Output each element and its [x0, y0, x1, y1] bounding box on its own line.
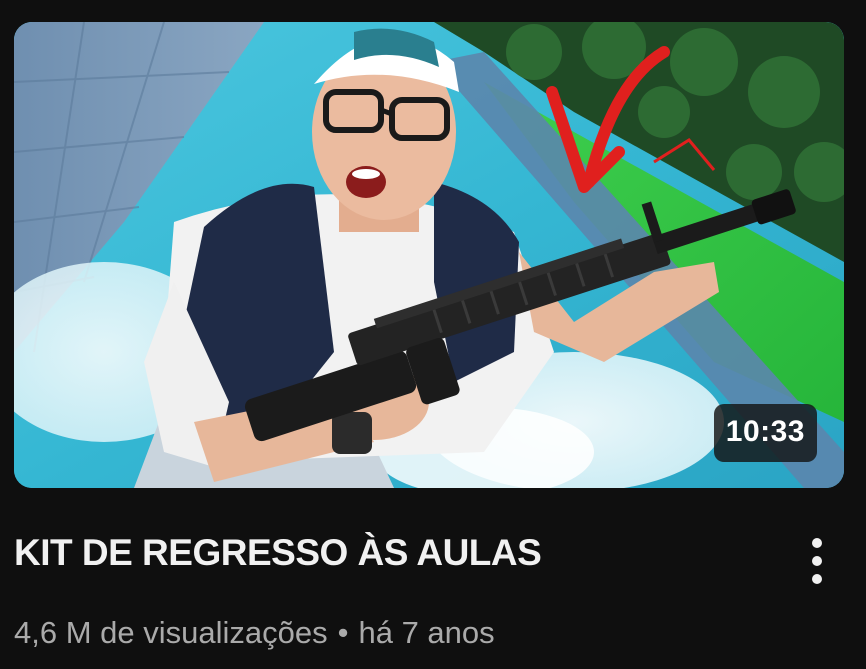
- view-count: 4,6 M de visualizações: [14, 615, 328, 650]
- meta-separator: •: [337, 615, 349, 650]
- duration-badge: 10:33: [713, 404, 817, 462]
- video-title[interactable]: KIT DE REGRESSO ÀS AULAS: [14, 530, 754, 576]
- video-card: 10:33 KIT DE REGRESSO ÀS AULAS 4,6 M de …: [0, 0, 866, 669]
- video-thumbnail[interactable]: 10:33: [14, 22, 844, 488]
- more-vertical-icon: [798, 532, 838, 592]
- upload-age: há 7 anos: [358, 615, 495, 650]
- video-metadata: 4,6 M de visualizações • há 7 anos: [14, 613, 495, 653]
- more-options-button[interactable]: [798, 532, 838, 592]
